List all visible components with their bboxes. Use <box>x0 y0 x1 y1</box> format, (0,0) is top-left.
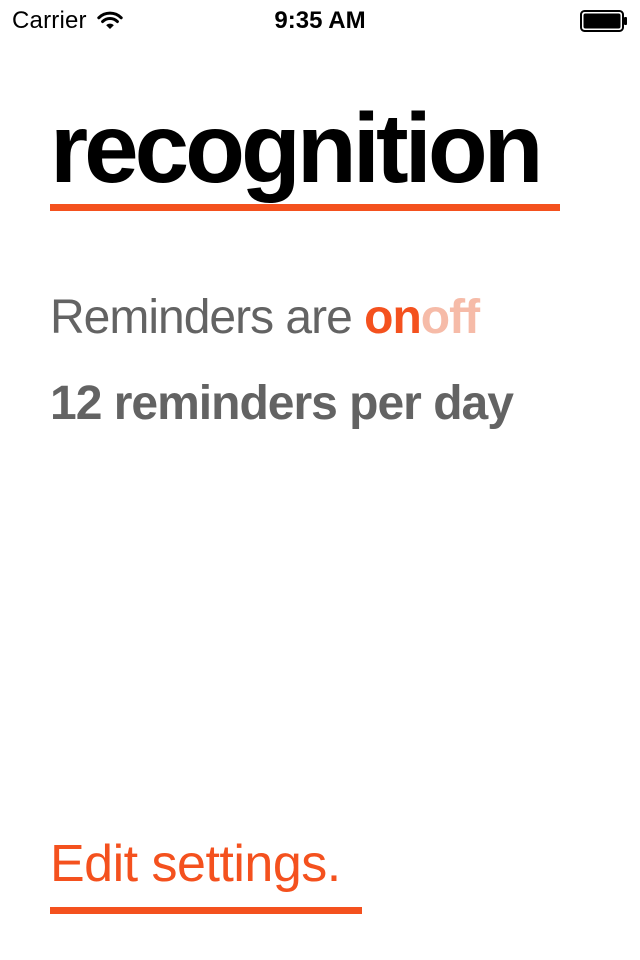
status-time: 9:35 AM <box>274 7 366 34</box>
status-bar: Carrier 9:35 AM <box>0 0 640 40</box>
edit-settings-underline <box>50 907 362 914</box>
title-underline <box>50 204 560 211</box>
reminder-status-prefix: Reminders are <box>50 291 365 344</box>
reminder-count: 12 reminders per day <box>50 377 514 430</box>
edit-settings-link[interactable]: Edit settings. <box>50 832 341 896</box>
reminders-off-toggle[interactable]: off <box>421 291 480 344</box>
reminders-on-toggle[interactable]: on <box>364 291 422 344</box>
page-title: recognition <box>50 93 544 203</box>
reminder-status: Reminders are onoff <box>50 288 480 348</box>
battery-icon <box>580 10 628 37</box>
